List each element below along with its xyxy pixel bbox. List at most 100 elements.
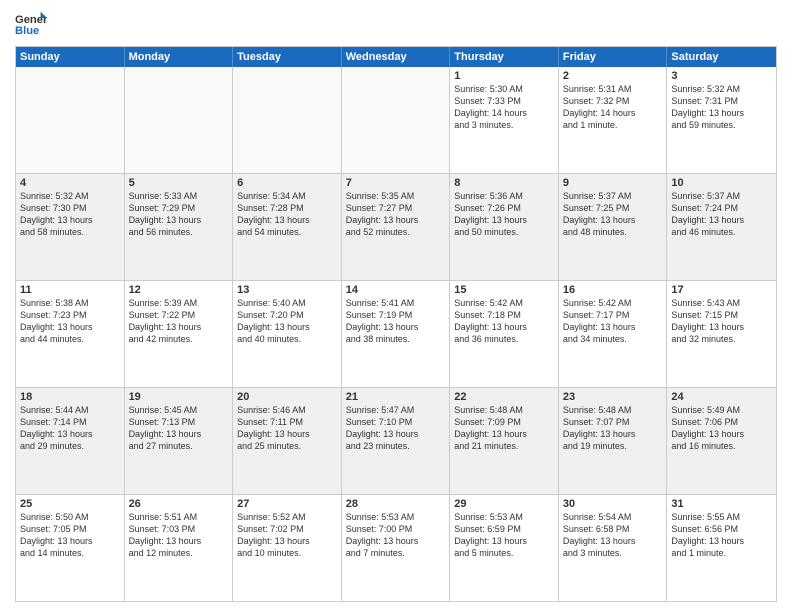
day-number: 22 bbox=[454, 391, 554, 403]
calendar-cell-13: 13Sunrise: 5:40 AM Sunset: 7:20 PM Dayli… bbox=[233, 281, 342, 387]
day-info: Sunrise: 5:45 AM Sunset: 7:13 PM Dayligh… bbox=[129, 404, 229, 453]
weekday-header-sunday: Sunday bbox=[16, 47, 125, 67]
weekday-header-tuesday: Tuesday bbox=[233, 47, 342, 67]
calendar-cell-5: 5Sunrise: 5:33 AM Sunset: 7:29 PM Daylig… bbox=[125, 174, 234, 280]
calendar-cell-20: 20Sunrise: 5:46 AM Sunset: 7:11 PM Dayli… bbox=[233, 388, 342, 494]
day-number: 5 bbox=[129, 177, 229, 189]
day-info: Sunrise: 5:33 AM Sunset: 7:29 PM Dayligh… bbox=[129, 190, 229, 239]
day-info: Sunrise: 5:54 AM Sunset: 6:58 PM Dayligh… bbox=[563, 511, 663, 560]
day-info: Sunrise: 5:30 AM Sunset: 7:33 PM Dayligh… bbox=[454, 83, 554, 132]
calendar-cell-empty-1 bbox=[125, 67, 234, 173]
calendar-cell-10: 10Sunrise: 5:37 AM Sunset: 7:24 PM Dayli… bbox=[667, 174, 776, 280]
day-number: 17 bbox=[671, 284, 772, 296]
calendar-cell-1: 1Sunrise: 5:30 AM Sunset: 7:33 PM Daylig… bbox=[450, 67, 559, 173]
day-number: 27 bbox=[237, 498, 337, 510]
calendar-cell-23: 23Sunrise: 5:48 AM Sunset: 7:07 PM Dayli… bbox=[559, 388, 668, 494]
calendar-row-3: 11Sunrise: 5:38 AM Sunset: 7:23 PM Dayli… bbox=[16, 280, 776, 387]
calendar-cell-22: 22Sunrise: 5:48 AM Sunset: 7:09 PM Dayli… bbox=[450, 388, 559, 494]
calendar-cell-6: 6Sunrise: 5:34 AM Sunset: 7:28 PM Daylig… bbox=[233, 174, 342, 280]
calendar-cell-9: 9Sunrise: 5:37 AM Sunset: 7:25 PM Daylig… bbox=[559, 174, 668, 280]
day-number: 13 bbox=[237, 284, 337, 296]
day-info: Sunrise: 5:37 AM Sunset: 7:24 PM Dayligh… bbox=[671, 190, 772, 239]
calendar-cell-29: 29Sunrise: 5:53 AM Sunset: 6:59 PM Dayli… bbox=[450, 495, 559, 601]
calendar-cell-27: 27Sunrise: 5:52 AM Sunset: 7:02 PM Dayli… bbox=[233, 495, 342, 601]
day-number: 4 bbox=[20, 177, 120, 189]
calendar-cell-4: 4Sunrise: 5:32 AM Sunset: 7:30 PM Daylig… bbox=[16, 174, 125, 280]
calendar-cell-21: 21Sunrise: 5:47 AM Sunset: 7:10 PM Dayli… bbox=[342, 388, 451, 494]
calendar-cell-15: 15Sunrise: 5:42 AM Sunset: 7:18 PM Dayli… bbox=[450, 281, 559, 387]
calendar-cell-2: 2Sunrise: 5:31 AM Sunset: 7:32 PM Daylig… bbox=[559, 67, 668, 173]
calendar-row-2: 4Sunrise: 5:32 AM Sunset: 7:30 PM Daylig… bbox=[16, 173, 776, 280]
calendar: SundayMondayTuesdayWednesdayThursdayFrid… bbox=[15, 46, 777, 602]
day-number: 6 bbox=[237, 177, 337, 189]
day-number: 12 bbox=[129, 284, 229, 296]
day-number: 14 bbox=[346, 284, 446, 296]
day-number: 31 bbox=[671, 498, 772, 510]
calendar-row-1: 1Sunrise: 5:30 AM Sunset: 7:33 PM Daylig… bbox=[16, 67, 776, 173]
calendar-cell-3: 3Sunrise: 5:32 AM Sunset: 7:31 PM Daylig… bbox=[667, 67, 776, 173]
calendar-cell-empty-0 bbox=[16, 67, 125, 173]
calendar-cell-30: 30Sunrise: 5:54 AM Sunset: 6:58 PM Dayli… bbox=[559, 495, 668, 601]
day-number: 26 bbox=[129, 498, 229, 510]
day-number: 23 bbox=[563, 391, 663, 403]
calendar-cell-25: 25Sunrise: 5:50 AM Sunset: 7:05 PM Dayli… bbox=[16, 495, 125, 601]
page: General Blue SundayMondayTuesdayWednesda… bbox=[0, 0, 792, 612]
day-number: 15 bbox=[454, 284, 554, 296]
day-info: Sunrise: 5:55 AM Sunset: 6:56 PM Dayligh… bbox=[671, 511, 772, 560]
day-info: Sunrise: 5:35 AM Sunset: 7:27 PM Dayligh… bbox=[346, 190, 446, 239]
calendar-cell-19: 19Sunrise: 5:45 AM Sunset: 7:13 PM Dayli… bbox=[125, 388, 234, 494]
day-number: 10 bbox=[671, 177, 772, 189]
day-number: 1 bbox=[454, 70, 554, 82]
calendar-cell-14: 14Sunrise: 5:41 AM Sunset: 7:19 PM Dayli… bbox=[342, 281, 451, 387]
day-info: Sunrise: 5:51 AM Sunset: 7:03 PM Dayligh… bbox=[129, 511, 229, 560]
day-number: 2 bbox=[563, 70, 663, 82]
logo-icon: General Blue bbox=[15, 10, 47, 38]
calendar-cell-empty-2 bbox=[233, 67, 342, 173]
day-info: Sunrise: 5:39 AM Sunset: 7:22 PM Dayligh… bbox=[129, 297, 229, 346]
calendar-cell-11: 11Sunrise: 5:38 AM Sunset: 7:23 PM Dayli… bbox=[16, 281, 125, 387]
day-info: Sunrise: 5:36 AM Sunset: 7:26 PM Dayligh… bbox=[454, 190, 554, 239]
calendar-cell-18: 18Sunrise: 5:44 AM Sunset: 7:14 PM Dayli… bbox=[16, 388, 125, 494]
weekday-header-thursday: Thursday bbox=[450, 47, 559, 67]
day-info: Sunrise: 5:32 AM Sunset: 7:31 PM Dayligh… bbox=[671, 83, 772, 132]
day-info: Sunrise: 5:44 AM Sunset: 7:14 PM Dayligh… bbox=[20, 404, 120, 453]
calendar-cell-26: 26Sunrise: 5:51 AM Sunset: 7:03 PM Dayli… bbox=[125, 495, 234, 601]
day-number: 29 bbox=[454, 498, 554, 510]
day-info: Sunrise: 5:37 AM Sunset: 7:25 PM Dayligh… bbox=[563, 190, 663, 239]
weekday-header-saturday: Saturday bbox=[667, 47, 776, 67]
day-number: 19 bbox=[129, 391, 229, 403]
day-number: 9 bbox=[563, 177, 663, 189]
day-info: Sunrise: 5:31 AM Sunset: 7:32 PM Dayligh… bbox=[563, 83, 663, 132]
day-info: Sunrise: 5:43 AM Sunset: 7:15 PM Dayligh… bbox=[671, 297, 772, 346]
day-info: Sunrise: 5:40 AM Sunset: 7:20 PM Dayligh… bbox=[237, 297, 337, 346]
day-info: Sunrise: 5:48 AM Sunset: 7:09 PM Dayligh… bbox=[454, 404, 554, 453]
calendar-cell-empty-3 bbox=[342, 67, 451, 173]
day-number: 30 bbox=[563, 498, 663, 510]
day-number: 28 bbox=[346, 498, 446, 510]
day-number: 18 bbox=[20, 391, 120, 403]
day-info: Sunrise: 5:38 AM Sunset: 7:23 PM Dayligh… bbox=[20, 297, 120, 346]
calendar-row-5: 25Sunrise: 5:50 AM Sunset: 7:05 PM Dayli… bbox=[16, 494, 776, 601]
weekday-header-monday: Monday bbox=[125, 47, 234, 67]
day-number: 11 bbox=[20, 284, 120, 296]
day-number: 8 bbox=[454, 177, 554, 189]
day-info: Sunrise: 5:34 AM Sunset: 7:28 PM Dayligh… bbox=[237, 190, 337, 239]
day-info: Sunrise: 5:48 AM Sunset: 7:07 PM Dayligh… bbox=[563, 404, 663, 453]
day-info: Sunrise: 5:47 AM Sunset: 7:10 PM Dayligh… bbox=[346, 404, 446, 453]
calendar-cell-28: 28Sunrise: 5:53 AM Sunset: 7:00 PM Dayli… bbox=[342, 495, 451, 601]
weekday-header-friday: Friday bbox=[559, 47, 668, 67]
weekday-header-wednesday: Wednesday bbox=[342, 47, 451, 67]
day-info: Sunrise: 5:32 AM Sunset: 7:30 PM Dayligh… bbox=[20, 190, 120, 239]
day-number: 3 bbox=[671, 70, 772, 82]
logo: General Blue bbox=[15, 10, 51, 38]
day-info: Sunrise: 5:46 AM Sunset: 7:11 PM Dayligh… bbox=[237, 404, 337, 453]
day-info: Sunrise: 5:53 AM Sunset: 7:00 PM Dayligh… bbox=[346, 511, 446, 560]
day-info: Sunrise: 5:50 AM Sunset: 7:05 PM Dayligh… bbox=[20, 511, 120, 560]
day-info: Sunrise: 5:42 AM Sunset: 7:18 PM Dayligh… bbox=[454, 297, 554, 346]
calendar-cell-7: 7Sunrise: 5:35 AM Sunset: 7:27 PM Daylig… bbox=[342, 174, 451, 280]
day-info: Sunrise: 5:41 AM Sunset: 7:19 PM Dayligh… bbox=[346, 297, 446, 346]
calendar-cell-17: 17Sunrise: 5:43 AM Sunset: 7:15 PM Dayli… bbox=[667, 281, 776, 387]
day-info: Sunrise: 5:53 AM Sunset: 6:59 PM Dayligh… bbox=[454, 511, 554, 560]
calendar-body: 1Sunrise: 5:30 AM Sunset: 7:33 PM Daylig… bbox=[16, 67, 776, 601]
day-info: Sunrise: 5:52 AM Sunset: 7:02 PM Dayligh… bbox=[237, 511, 337, 560]
